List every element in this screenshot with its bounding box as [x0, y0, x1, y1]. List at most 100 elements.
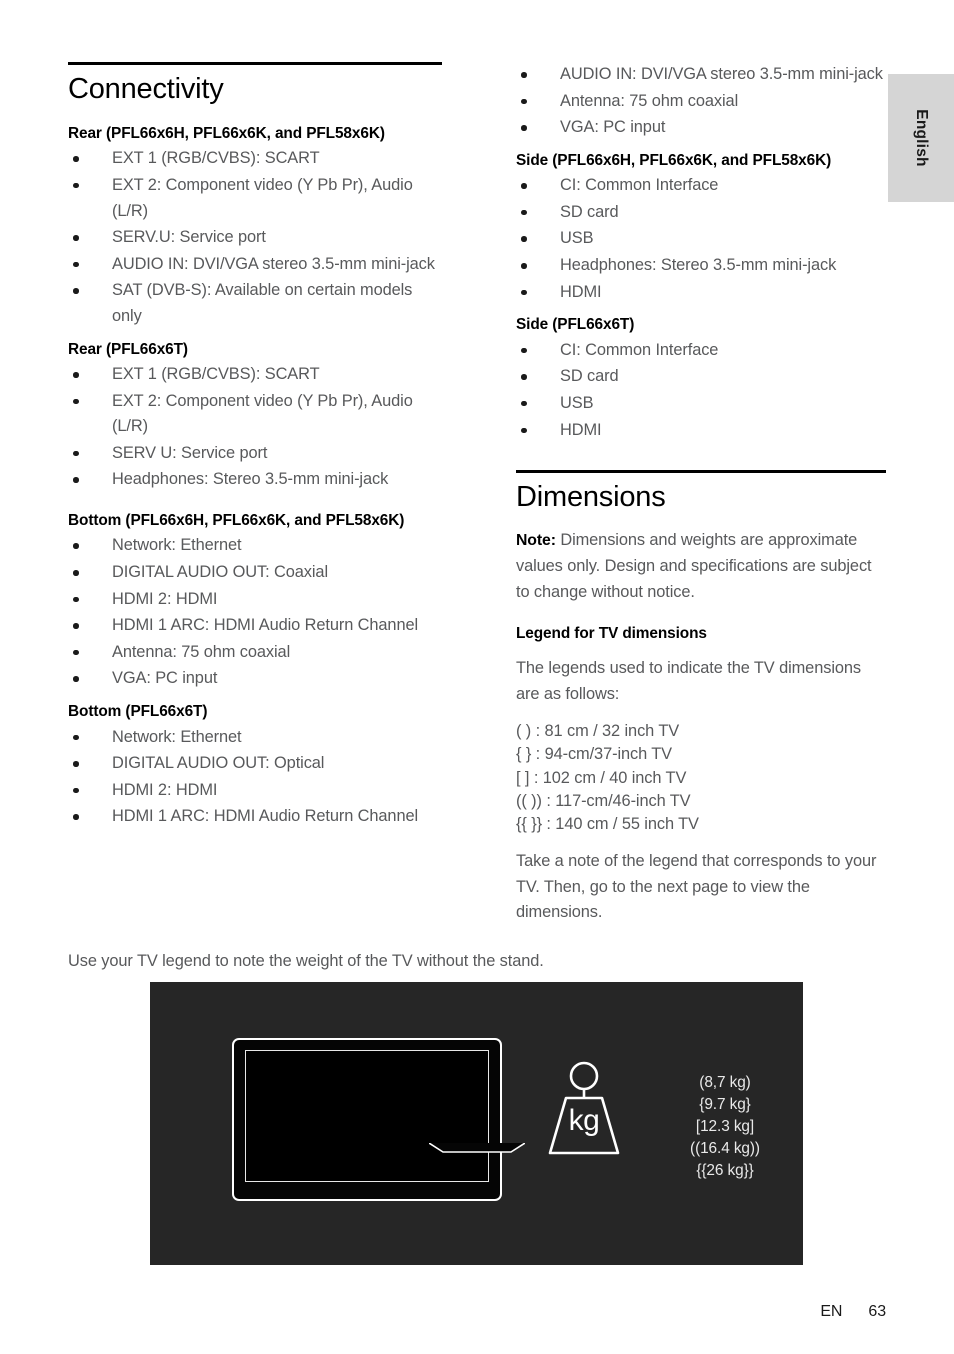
- list-item: DIGITAL AUDIO OUT: Optical: [68, 751, 442, 777]
- list-item-label: HDMI 1 ARC: HDMI Audio Return Channel: [112, 616, 419, 635]
- list-item-label: USB: [560, 229, 594, 248]
- list-item: AUDIO IN: DVI/VGA stereo 3.5-mm mini-jac…: [516, 62, 886, 88]
- list-item-label: Headphones: Stereo 3.5-mm mini-jack: [560, 256, 837, 275]
- footer-language-code: EN: [820, 1303, 843, 1320]
- legend-line: (( )) : 117-cm/46-inch TV: [516, 792, 691, 810]
- list-item-label: SD card: [560, 367, 619, 386]
- subheading-rear-1: Rear (PFL66x6H, PFL66x6K, and PFL58x6K): [68, 124, 385, 142]
- list-item: Headphones: Stereo 3.5-mm mini-jack: [68, 467, 442, 493]
- list-item-label: EXT 1 (RGB/CVBS): SCART: [112, 149, 320, 168]
- list-item: Antenna: 75 ohm coaxial: [516, 89, 886, 115]
- list-item: HDMI 2: HDMI: [68, 587, 442, 613]
- list-item: HDMI 1 ARC: HDMI Audio Return Channel: [68, 613, 442, 639]
- list-item-label: Antenna: 75 ohm coaxial: [560, 91, 739, 110]
- list-continued-bottom: AUDIO IN: DVI/VGA stereo 3.5-mm mini-jac…: [516, 62, 886, 141]
- page-footer: EN 63: [820, 1303, 886, 1321]
- list-item-label: SAT (DVB-S): Available on certain models…: [112, 281, 413, 325]
- list-item-label: EXT 2: Component video (Y Pb Pr), Audio …: [112, 175, 413, 220]
- list-item: SAT (DVB-S): Available on certain models…: [68, 278, 442, 329]
- bullet-icon: [521, 400, 527, 407]
- bullet-icon: [521, 183, 527, 189]
- bullet-icon: [73, 156, 79, 162]
- page-title-connectivity: Connectivity: [68, 73, 224, 105]
- bullet-icon: [521, 125, 527, 131]
- bullet-icon: [73, 814, 79, 820]
- bullet-icon: [521, 347, 527, 354]
- legend-line: {{ }} : 140 cm / 55 inch TV: [516, 815, 699, 834]
- footer-page-number: 63: [868, 1303, 886, 1320]
- list-item: VGA: PC input: [68, 666, 442, 692]
- list-item-label: SERV U: Service port: [112, 443, 268, 462]
- tv-illustration-icon: [232, 1038, 502, 1201]
- legend-lines: ( ) : 81 cm / 32 inch TV { } : 94-cm/37-…: [516, 720, 886, 836]
- list-item-label: DIGITAL AUDIO OUT: Optical: [112, 754, 325, 773]
- dimensions-closing-text: Take a note of the legend that correspon…: [516, 851, 877, 922]
- weight-values-list: (8,7 kg) {9.7 kg} [12.3 kg] ((16.4 kg)) …: [650, 1072, 800, 1181]
- list-rear-1: EXT 1 (RGB/CVBS): SCART EXT 2: Component…: [68, 146, 442, 329]
- bullet-icon: [73, 649, 79, 656]
- list-item-label: AUDIO IN: DVI/VGA stereo 3.5-mm mini-jac…: [560, 65, 883, 83]
- list-item-label: EXT 1 (RGB/CVBS): SCART: [112, 365, 320, 384]
- list-item: HDMI 1 ARC: HDMI Audio Return Channel: [68, 804, 442, 830]
- language-tab-label: English: [913, 109, 930, 167]
- bullet-icon: [73, 543, 79, 549]
- list-item: SERV U: Service port: [68, 441, 442, 467]
- subheading-bottom-1: Bottom (PFL66x6H, PFL66x6K, and PFL58x6K…: [68, 511, 405, 529]
- bullet-icon: [73, 787, 79, 794]
- bullet-icon: [521, 427, 527, 433]
- note-lead-label: Note:: [516, 531, 556, 549]
- left-column: Connectivity Rear (PFL66x6H, PFL66x6K, a…: [68, 62, 442, 831]
- bullet-icon: [73, 261, 79, 268]
- weight-value: {9.7 kg}: [699, 1095, 751, 1113]
- legend-line: ( ) : 81 cm / 32 inch TV: [516, 722, 680, 741]
- bullet-icon: [521, 72, 527, 78]
- list-item: CI: Common Interface: [516, 338, 886, 364]
- list-bottom-2: Network: Ethernet DIGITAL AUDIO OUT: Opt…: [68, 725, 442, 830]
- legend-line: [ ] : 102 cm / 40 inch TV: [516, 768, 687, 787]
- list-item: USB: [516, 226, 886, 252]
- bullet-icon: [521, 263, 527, 269]
- tv-screen: [245, 1050, 489, 1182]
- bullet-icon: [73, 450, 79, 457]
- list-item-label: Network: Ethernet: [112, 536, 242, 555]
- list-item-label: VGA: PC input: [560, 118, 666, 137]
- subheading-legend: Legend for TV dimensions: [516, 624, 707, 642]
- bullet-icon: [73, 288, 79, 294]
- weight-value: (8,7 kg): [699, 1074, 751, 1091]
- list-item-label: HDMI: [560, 420, 602, 439]
- subheading-side-1: Side (PFL66x6H, PFL66x6K, and PFL58x6K): [516, 151, 832, 169]
- list-item: EXT 2: Component video (Y Pb Pr), Audio …: [68, 173, 442, 224]
- document-page: English Connectivity Rear (PFL66x6H, PFL…: [0, 0, 954, 1354]
- list-item-label: HDMI: [560, 282, 602, 301]
- list-item-label: HDMI 1 ARC: HDMI Audio Return Channel: [112, 807, 419, 826]
- list-item-label: CI: Common Interface: [560, 176, 719, 195]
- list-item: SERV.U: Service port: [68, 225, 442, 251]
- bullet-icon: [73, 761, 79, 767]
- bullet-icon: [73, 623, 79, 629]
- weight-value: ((16.4 kg)): [690, 1139, 760, 1157]
- subheading-rear-2: Rear (PFL66x6T): [68, 340, 188, 358]
- section-rule-dimensions: [516, 470, 886, 474]
- bullet-icon: [521, 209, 527, 216]
- language-side-tab: English: [888, 74, 954, 202]
- page-title-dimensions: Dimensions: [516, 481, 666, 514]
- bullet-icon: [73, 676, 79, 682]
- list-item-label: CI: Common Interface: [560, 340, 719, 359]
- list-side-2: CI: Common Interface SD card USB HDMI: [516, 338, 886, 443]
- list-item-label: SERV.U: Service port: [112, 228, 266, 247]
- list-item-label: Antenna: 75 ohm coaxial: [112, 642, 291, 661]
- list-item: HDMI: [516, 418, 886, 444]
- section-rule-connectivity: [68, 62, 442, 65]
- list-item: Network: Ethernet: [68, 725, 442, 751]
- list-rear-2: EXT 1 (RGB/CVBS): SCART EXT 2: Component…: [68, 362, 442, 493]
- note-body-text: Dimensions and weights are approximate v…: [516, 530, 872, 601]
- weight-value: {{26 kg}}: [696, 1161, 754, 1179]
- list-item: SD card: [516, 200, 886, 226]
- list-item: Headphones: Stereo 3.5-mm mini-jack: [516, 253, 886, 279]
- bullet-icon: [73, 182, 79, 189]
- list-item: USB: [516, 391, 886, 417]
- legend-line: { } : 94-cm/37-inch TV: [516, 745, 673, 764]
- list-item: VGA: PC input: [516, 115, 886, 141]
- bullet-icon: [521, 374, 527, 380]
- list-item-label: Network: Ethernet: [112, 727, 242, 746]
